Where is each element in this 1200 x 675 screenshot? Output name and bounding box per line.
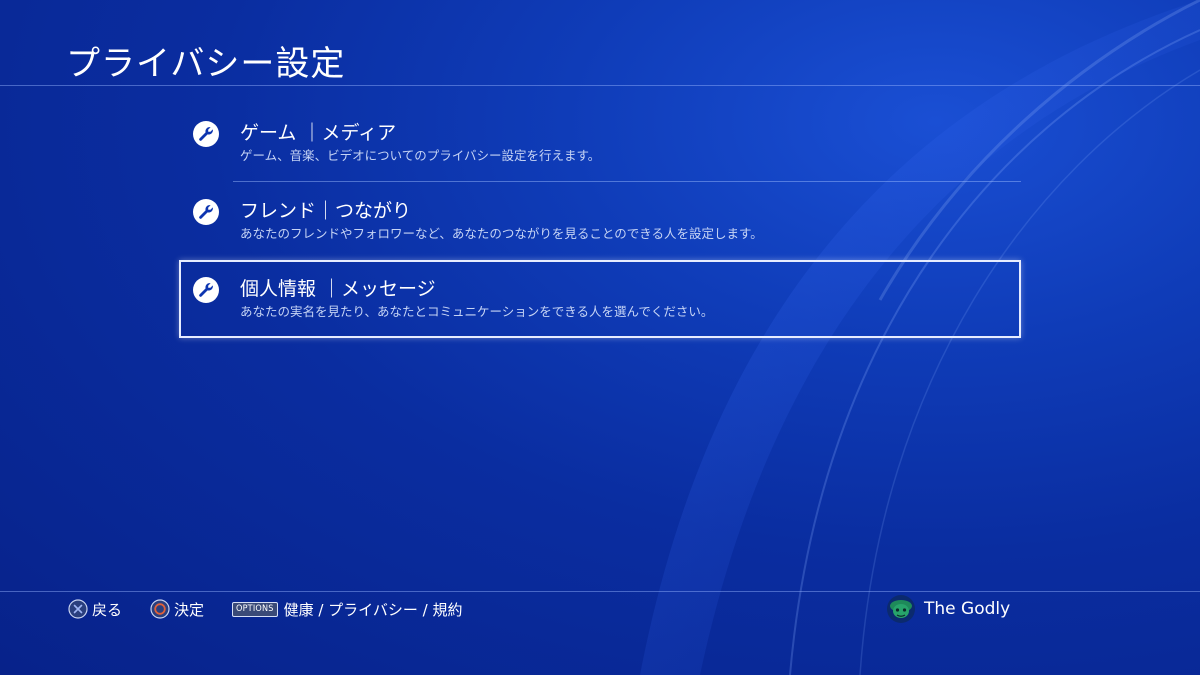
menu-item-description: ゲーム、音楽、ビデオについてのプライバシー設定を行えます。 — [240, 148, 601, 163]
header-divider — [0, 85, 1200, 86]
privacy-settings-screen: プライバシー設定 ゲーム ｜メディア ゲーム、音楽、ビデオについてのプライバシー… — [0, 0, 1200, 675]
current-user: The Godly — [886, 594, 1010, 624]
button-hints: 戻る 決定 OPTIONS 健康 / プライバシー / 規約 — [68, 597, 490, 621]
menu-item-friends-connections[interactable]: フレンド｜つながり あなたのフレンドやフォロワーなど、あなたのつながりを見ること… — [179, 182, 1021, 260]
page-title: プライバシー設定 — [66, 44, 346, 84]
wrench-icon — [193, 199, 219, 225]
wrench-icon — [193, 121, 219, 147]
menu-item-title: ゲーム ｜メディア — [240, 122, 397, 144]
options-label: 健康 / プライバシー / 規約 — [283, 600, 463, 619]
menu-item-description: あなたのフレンドやフォロワーなど、あなたのつながりを見ることのできる人を設定しま… — [240, 226, 763, 241]
back-hint[interactable]: 戻る — [68, 599, 122, 620]
footer-divider — [0, 591, 1200, 592]
menu-item-game-media[interactable]: ゲーム ｜メディア ゲーム、音楽、ビデオについてのプライバシー設定を行えます。 — [179, 104, 1021, 182]
wrench-icon — [193, 277, 219, 303]
user-avatar-icon — [887, 595, 915, 623]
back-label: 戻る — [92, 600, 123, 619]
cross-button-icon — [68, 599, 88, 619]
confirm-hint[interactable]: 決定 — [150, 599, 204, 620]
confirm-label: 決定 — [174, 600, 205, 619]
privacy-menu: ゲーム ｜メディア ゲーム、音楽、ビデオについてのプライバシー設定を行えます。 … — [179, 104, 1021, 338]
user-name: The Godly — [924, 599, 1011, 619]
menu-item-title: 個人情報 ｜メッセージ — [240, 278, 436, 300]
menu-item-personal-info-messages[interactable]: 個人情報 ｜メッセージ あなたの実名を見たり、あなたとコミュニケーションをできる… — [179, 260, 1021, 338]
menu-item-title: フレンド｜つながり — [240, 200, 412, 222]
options-hint[interactable]: OPTIONS 健康 / プライバシー / 規約 — [232, 599, 462, 620]
menu-item-description: あなたの実名を見たり、あなたとコミュニケーションをできる人を選んでください。 — [240, 304, 714, 319]
options-button-icon: OPTIONS — [232, 601, 278, 617]
circle-button-icon — [150, 599, 170, 619]
